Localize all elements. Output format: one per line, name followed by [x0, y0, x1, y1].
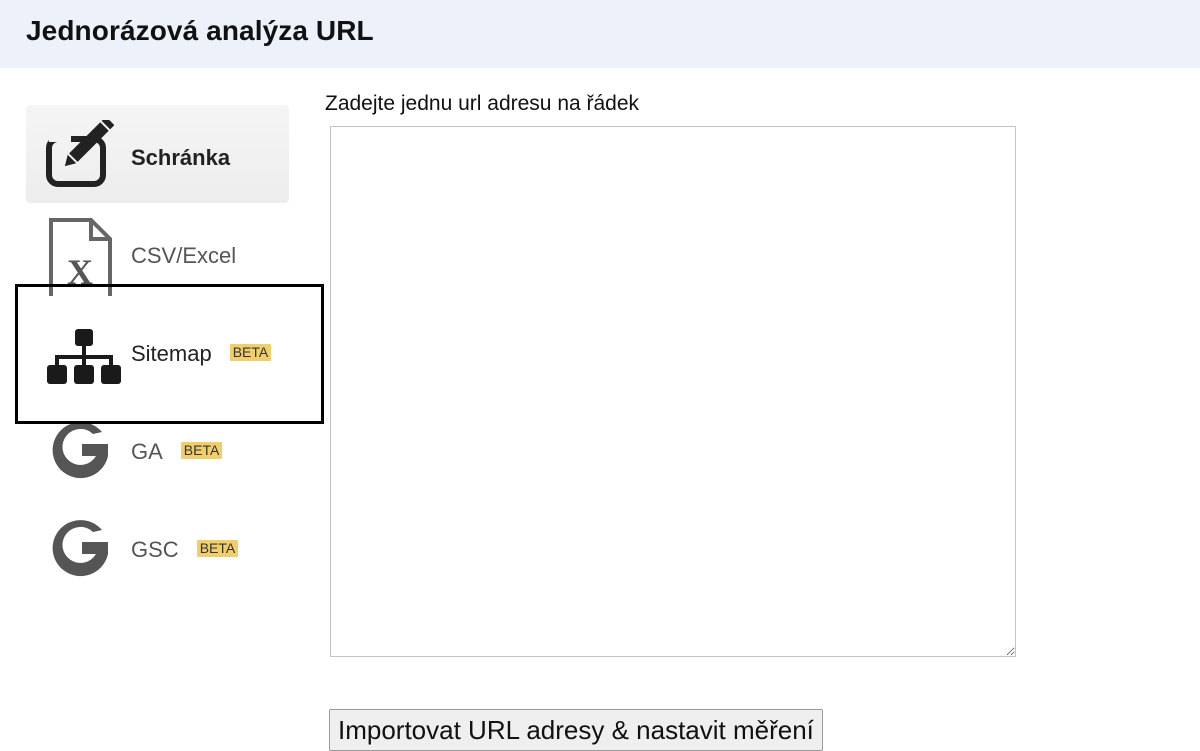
page-title: Jednorázová analýza URL [26, 15, 374, 46]
url-list-textarea[interactable] [330, 126, 1016, 657]
source-item-sitemap[interactable]: Sitemap BETA [26, 301, 289, 399]
source-item-csv-excel[interactable]: X CSV/Excel [26, 203, 289, 301]
beta-badge: BETA [229, 344, 272, 361]
source-item-label: Schránka [131, 145, 231, 170]
edit-icon [46, 120, 114, 188]
source-item-ga[interactable]: GA BETA [26, 399, 289, 497]
beta-badge: BETA [196, 540, 239, 557]
google-icon [46, 414, 114, 482]
beta-badge: BETA [180, 442, 223, 459]
page-header: Jednorázová analýza URL [0, 0, 1200, 68]
url-input-label: Zadejte jednu url adresu na řádek [325, 92, 640, 115]
import-urls-button[interactable]: Importovat URL adresy & nastavit měření [329, 709, 823, 751]
source-item-label: GA BETA [131, 439, 223, 465]
source-item-gsc[interactable]: GSC BETA [26, 497, 289, 595]
source-item-clipboard[interactable]: Schránka [26, 105, 289, 203]
source-item-label: GSC BETA [131, 537, 239, 563]
google-icon [46, 512, 114, 580]
source-item-label: CSV/Excel [131, 243, 237, 268]
source-item-label: Sitemap BETA [131, 341, 272, 367]
excel-file-icon: X [46, 218, 114, 296]
svg-text:X: X [67, 252, 93, 292]
sitemap-icon [46, 316, 121, 384]
